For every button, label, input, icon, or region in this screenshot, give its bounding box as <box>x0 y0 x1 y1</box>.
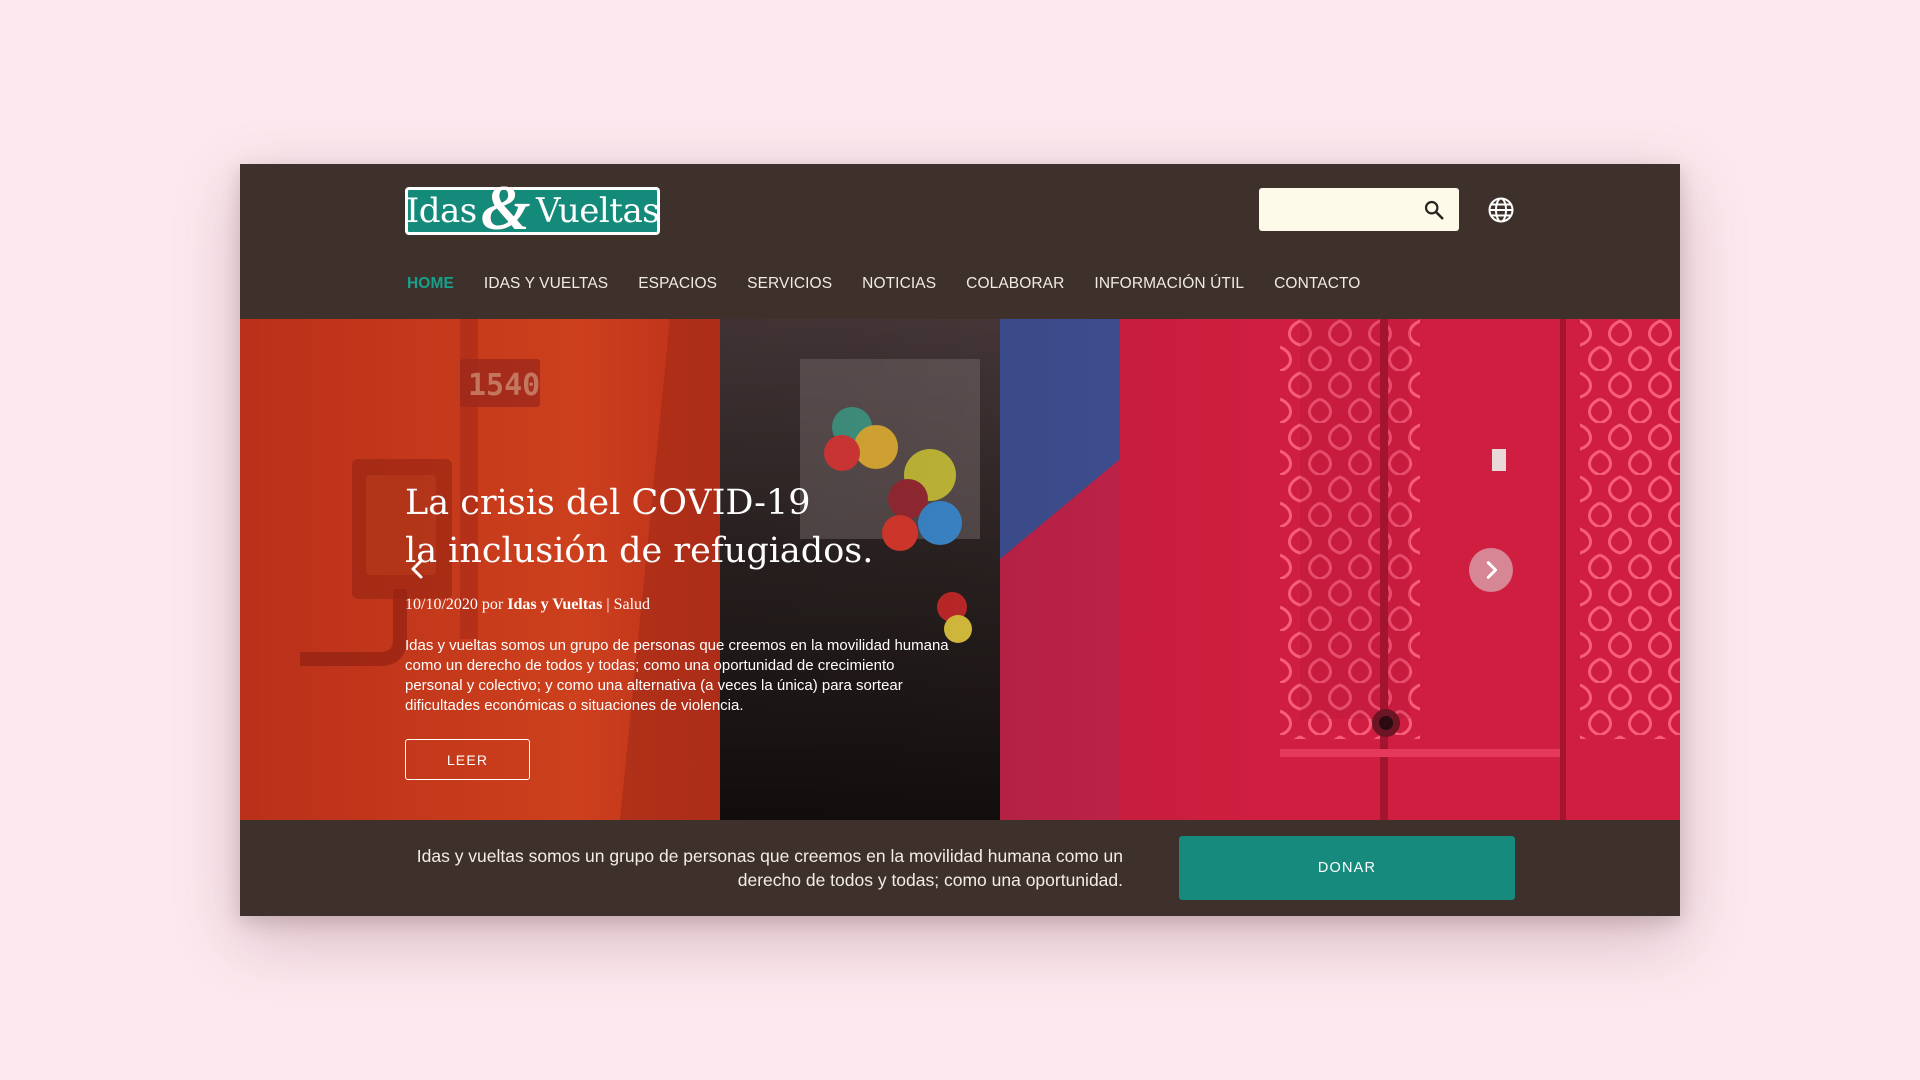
nav-item-espacios[interactable]: ESPACIOS <box>638 275 717 293</box>
globe-icon[interactable] <box>1487 196 1515 224</box>
chevron-right-icon <box>1486 561 1498 579</box>
hero-excerpt: Idas y vueltas somos un grupo de persona… <box>405 637 949 714</box>
nav-item-noticias[interactable]: NOTICIAS <box>862 275 936 293</box>
site-logo[interactable]: Idas & Vueltas <box>405 172 660 243</box>
hero-slider: 1540 La crisis del COVID-19 la inclusión… <box>240 319 1680 820</box>
hero-title[interactable]: La crisis del COVID-19 la inclusión de r… <box>405 479 965 575</box>
mission-statement: Idas y vueltas somos un grupo de persona… <box>416 846 1123 890</box>
logo-word-vueltas: Vueltas <box>536 191 660 231</box>
hero-title-line-1: La crisis del COVID-19 <box>405 483 811 523</box>
search-icon[interactable] <box>1423 199 1445 221</box>
post-separator: | <box>606 596 610 613</box>
site-frame: Idas & Vueltas HOME IDAS Y VUELTAS ESPAC… <box>240 164 1680 916</box>
post-date: 10/10/2020 <box>405 596 478 613</box>
post-author[interactable]: Idas y Vueltas <box>507 596 602 613</box>
post-by: por <box>481 596 504 613</box>
search-box <box>1259 188 1459 231</box>
donate-button[interactable]: DONAR <box>1179 836 1515 900</box>
search-input[interactable] <box>1259 188 1421 231</box>
nav-item-contacto[interactable]: CONTACTO <box>1274 275 1360 293</box>
nav-item-servicios[interactable]: SERVICIOS <box>747 275 832 293</box>
hero-title-line-2: la inclusión de refugiados. <box>405 531 874 571</box>
logo-word-idas: Idas <box>405 191 477 231</box>
post-category[interactable]: Salud <box>614 596 650 613</box>
read-button[interactable]: LEER <box>405 739 530 780</box>
nav-item-idas-y-vueltas[interactable]: IDAS Y VUELTAS <box>484 275 608 293</box>
nav-item-home[interactable]: HOME <box>407 275 454 293</box>
nav-item-colaborar[interactable]: COLABORAR <box>966 275 1064 293</box>
logo-ampersand: & <box>480 172 531 243</box>
post-meta: 10/10/2020 por Idas y Vueltas | Salud <box>405 596 650 614</box>
chevron-left-icon[interactable] <box>406 557 430 581</box>
main-nav: HOME IDAS Y VUELTAS ESPACIOS SERVICIOS N… <box>407 274 1390 294</box>
next-slide-button[interactable] <box>1469 548 1513 592</box>
nav-item-informacion-util[interactable]: INFORMACIÓN ÚTIL <box>1094 275 1244 293</box>
